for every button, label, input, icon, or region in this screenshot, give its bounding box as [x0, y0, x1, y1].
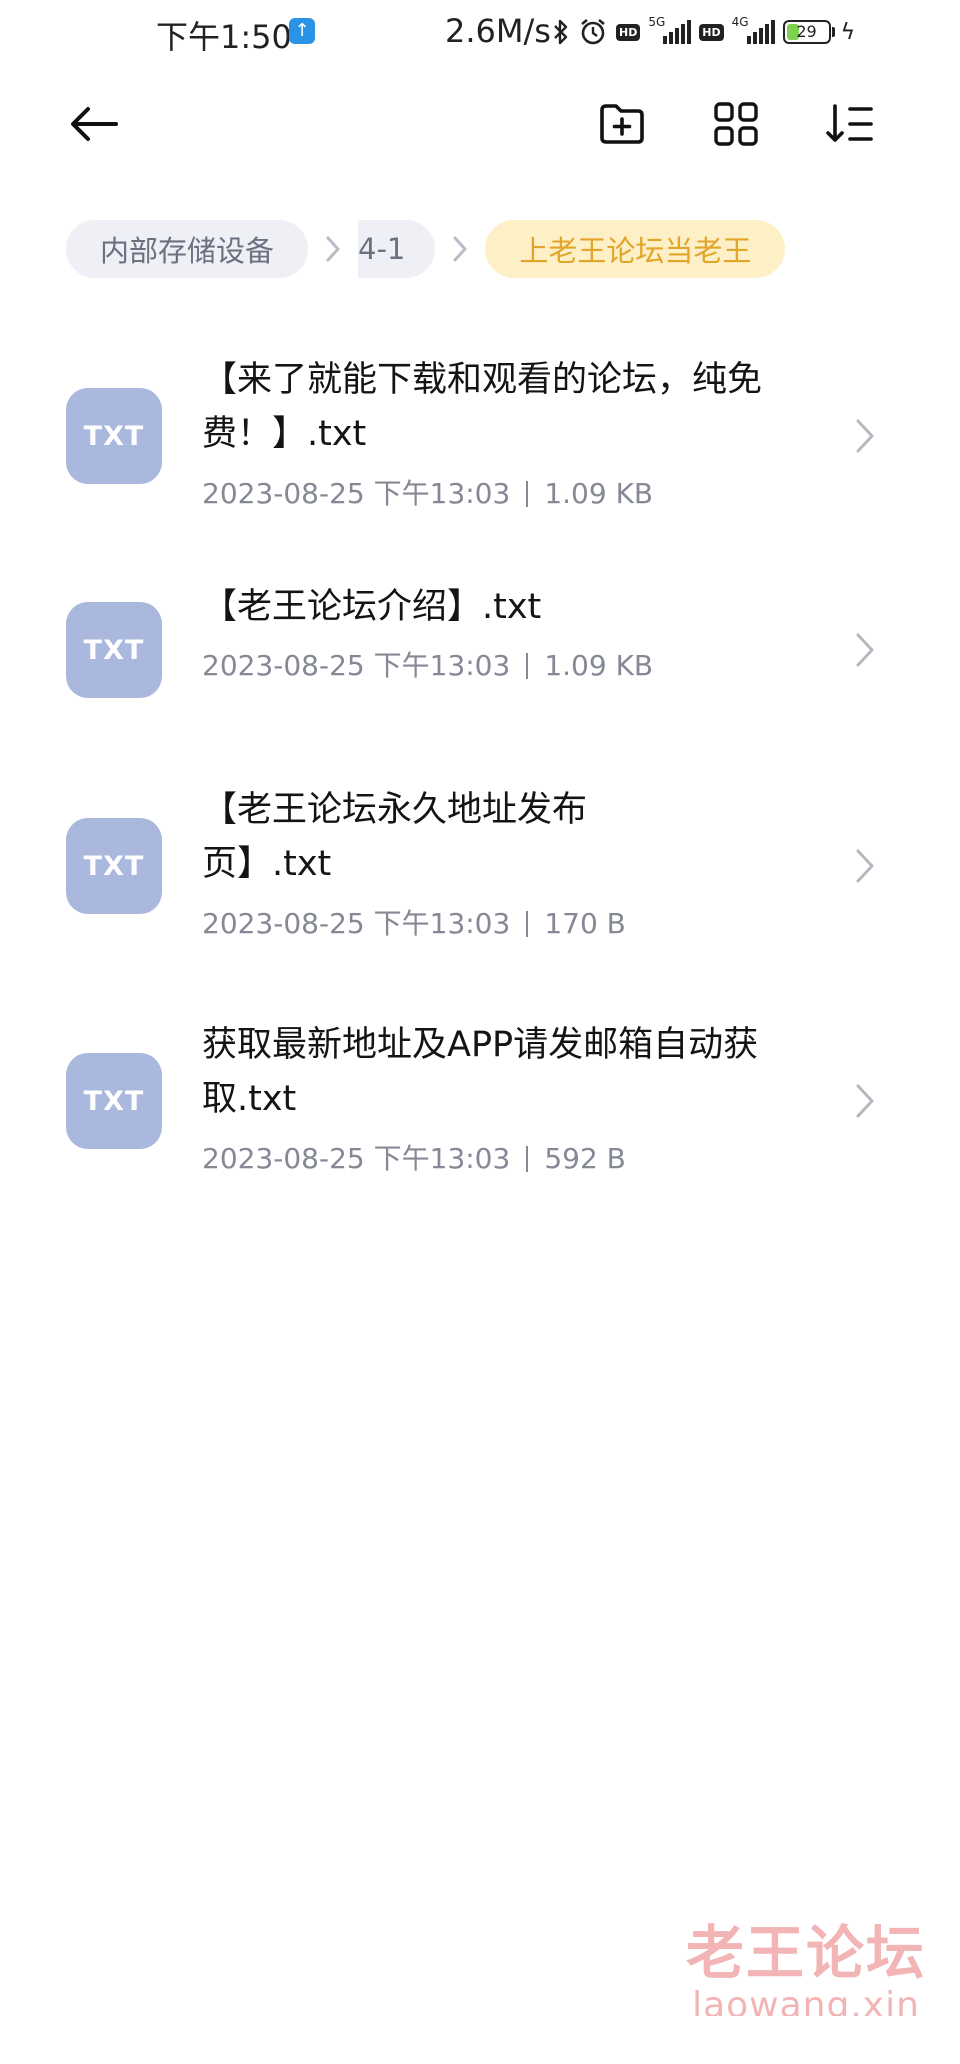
charging-icon: ϟ [840, 19, 856, 45]
breadcrumb: 内部存储设备 4-1 上老王论坛当老王 [66, 220, 786, 278]
file-meta: 2023-08-25 下午13:03 592 B [202, 1137, 626, 1177]
file-date: 2023-08-25 下午13:03 [202, 907, 511, 940]
file-meta: 2023-08-25 下午13:03 1.09 KB [202, 472, 653, 512]
breadcrumb-label: 内部存储设备 [100, 234, 275, 268]
sort-icon [826, 104, 873, 142]
breadcrumb-item-internal-storage[interactable]: 内部存储设备 [66, 220, 309, 278]
file-row[interactable]: TXT 【老王论坛介绍】.txt 2023-08-25 下午13:03 1.09 … [0, 560, 960, 740]
chevron-right-icon [435, 220, 485, 278]
chevron-right-icon [856, 849, 874, 883]
breadcrumb-item-current[interactable]: 上老王论坛当老王 [485, 220, 786, 278]
file-date: 2023-08-25 下午13:03 [202, 1142, 511, 1175]
chevron-right-icon [856, 1084, 874, 1118]
folder-plus-icon [600, 104, 644, 144]
sort-button[interactable] [814, 88, 886, 160]
arrow-left-icon [71, 107, 118, 141]
grid-view-button[interactable] [700, 88, 772, 160]
txt-file-icon: TXT [66, 388, 162, 484]
file-name: 【老王论坛永久地址发布页】.txt [202, 790, 588, 884]
txt-file-icon: TXT [66, 1053, 162, 1149]
file-row[interactable]: TXT 获取最新地址及APP请发邮箱自动获取.txt 2023-08-25 下午… [0, 995, 960, 1195]
file-name: 【来了就能下载和观看的论坛，纯免费！】.txt [202, 360, 763, 454]
status-time: 下午1:50 [156, 18, 292, 56]
status-bar: 下午1:50 ↑ 2.6M/s HD 5G HD 4G 29 ϟ [0, 0, 960, 66]
meta-divider [526, 1146, 529, 1172]
file-date: 2023-08-25 下午13:03 [202, 649, 511, 682]
file-size: 592 B [544, 1142, 626, 1175]
sim1-network-label: 5G [648, 15, 666, 29]
file-meta: 2023-08-25 下午13:03 170 B [202, 902, 626, 942]
grid-icon [714, 102, 758, 146]
watermark: 老王论坛 laowang.xin [676, 1920, 936, 2016]
file-size: 1.09 KB [544, 649, 654, 682]
chevron-right-icon [308, 220, 358, 278]
txt-file-icon: TXT [66, 602, 162, 698]
breadcrumb-label: 上老王论坛当老王 [519, 234, 752, 268]
meta-divider [526, 911, 529, 937]
sim1-signal-icon: 5G [648, 15, 692, 44]
file-meta: 2023-08-25 下午13:03 1.09 KB [202, 644, 653, 684]
file-name: 【老王论坛介绍】.txt [202, 587, 542, 627]
breadcrumb-item-4-1[interactable]: 4-1 [358, 220, 436, 278]
battery-icon: 29 [782, 20, 835, 44]
file-size: 1.09 KB [544, 477, 654, 510]
new-folder-button[interactable] [586, 88, 658, 160]
alarm-icon [578, 17, 608, 47]
breadcrumb-label: 4-1 [358, 232, 406, 266]
toolbar [0, 88, 960, 160]
file-name: 获取最新地址及APP请发邮箱自动获取.txt [202, 1025, 759, 1119]
hd-badge: HD [616, 23, 641, 41]
meta-divider [526, 653, 529, 679]
bluetooth-icon [552, 18, 570, 46]
status-icons: HD 5G HD 4G 29 ϟ [552, 14, 863, 50]
chevron-right-icon [856, 419, 874, 453]
file-row[interactable]: TXT 【来了就能下载和观看的论坛，纯免费！】.txt 2023-08-25 下… [0, 330, 960, 530]
back-button[interactable] [58, 88, 130, 160]
chevron-right-icon [856, 633, 874, 667]
watermark-url: laowang.xin [692, 1986, 920, 2016]
txt-file-icon: TXT [66, 818, 162, 914]
sim2-signal-icon: 4G [732, 15, 775, 44]
file-row[interactable]: TXT 【老王论坛永久地址发布页】.txt 2023-08-25 下午13:03… [0, 760, 960, 960]
sim2-network-label: 4G [731, 15, 749, 29]
upload-icon: ↑ [289, 18, 315, 44]
meta-divider [526, 481, 529, 507]
file-size: 170 B [544, 907, 626, 940]
hd-badge-2: HD [699, 23, 724, 41]
file-date: 2023-08-25 下午13:03 [202, 477, 511, 510]
watermark-text: 老王论坛 [685, 1919, 926, 1987]
network-speed: 2.6M/s [445, 12, 551, 50]
battery-level: 29 [796, 22, 817, 41]
